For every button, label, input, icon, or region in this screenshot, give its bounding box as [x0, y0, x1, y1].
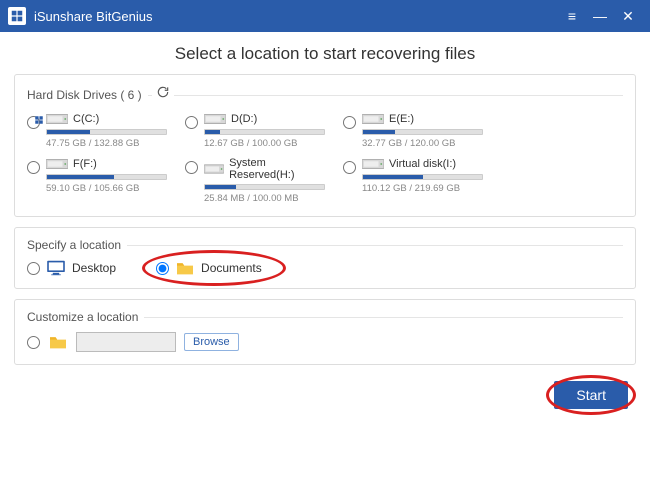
hard-drive-icon — [362, 157, 384, 171]
drive-size: 110.12 GB / 219.69 GB — [362, 183, 483, 194]
drive-size: 32.77 GB / 120.00 GB — [362, 138, 483, 149]
hard-drive-icon — [46, 157, 68, 171]
title-bar: iSunshare BitGenius ≡ — ✕ — [0, 0, 650, 32]
usage-bar — [46, 174, 167, 180]
drive-label: F(F:) — [73, 158, 97, 170]
monitor-icon — [46, 260, 66, 276]
custom-radio[interactable] — [27, 336, 40, 349]
drive-option[interactable]: C(C:) 47.75 GB / 132.88 GB — [27, 112, 167, 149]
app-logo-icon — [8, 7, 26, 25]
drive-option[interactable]: F(F:) 59.10 GB / 105.66 GB — [27, 157, 167, 204]
drive-radio[interactable] — [343, 161, 356, 174]
drive-label: C(C:) — [73, 113, 99, 125]
desktop-radio[interactable] — [27, 262, 40, 275]
documents-label: Documents — [201, 261, 262, 275]
desktop-option[interactable]: Desktop — [27, 260, 116, 276]
desktop-label: Desktop — [72, 261, 116, 275]
drive-size: 25.84 MB / 100.00 MB — [204, 193, 325, 204]
hard-drive-icon — [204, 162, 224, 176]
specify-section: Specify a location Desktop Documents — [14, 227, 636, 289]
hard-drive-icon — [362, 112, 384, 126]
documents-option[interactable]: Documents — [156, 260, 262, 276]
drive-label: E(E:) — [389, 113, 414, 125]
drive-radio[interactable] — [185, 116, 198, 129]
start-button[interactable]: Start — [554, 381, 628, 409]
drive-option[interactable]: D(D:) 12.67 GB / 100.00 GB — [185, 112, 325, 149]
close-button[interactable]: ✕ — [614, 8, 642, 25]
customize-section-title: Customize a location — [27, 310, 144, 324]
usage-bar — [204, 184, 325, 190]
usage-bar — [362, 129, 483, 135]
custom-path-input[interactable] — [76, 332, 176, 352]
documents-folder-icon — [175, 260, 195, 276]
drive-size: 59.10 GB / 105.66 GB — [46, 183, 167, 194]
drive-size: 47.75 GB / 132.88 GB — [46, 138, 167, 149]
refresh-icon[interactable] — [152, 85, 174, 104]
drive-radio[interactable] — [185, 161, 198, 174]
drive-label: Virtual disk(I:) — [389, 158, 456, 170]
usage-bar — [204, 129, 325, 135]
drive-label: D(D:) — [231, 113, 257, 125]
customize-section: Customize a location Browse — [14, 299, 636, 365]
custom-folder-icon — [48, 334, 68, 350]
documents-radio[interactable] — [156, 262, 169, 275]
drives-section-title: Hard Disk Drives ( 6 ) — [27, 88, 148, 102]
browse-button[interactable]: Browse — [184, 333, 239, 351]
drive-option[interactable]: System Reserved(H:) 25.84 MB / 100.00 MB — [185, 157, 325, 204]
drive-label: System Reserved(H:) — [229, 157, 325, 181]
page-heading: Select a location to start recovering fi… — [0, 32, 650, 74]
app-title: iSunshare BitGenius — [34, 9, 558, 24]
usage-bar — [46, 129, 167, 135]
specify-section-title: Specify a location — [27, 238, 127, 252]
hard-drive-icon — [46, 112, 68, 126]
menu-button[interactable]: ≡ — [558, 8, 586, 24]
minimize-button[interactable]: — — [586, 8, 614, 24]
drive-option[interactable]: E(E:) 32.77 GB / 120.00 GB — [343, 112, 483, 149]
drive-size: 12.67 GB / 100.00 GB — [204, 138, 325, 149]
hard-drive-icon — [204, 112, 226, 126]
drive-option[interactable]: Virtual disk(I:) 110.12 GB / 219.69 GB — [343, 157, 483, 204]
drives-section: Hard Disk Drives ( 6 ) C(C:) 47.75 GB / 1… — [14, 74, 636, 217]
usage-bar — [362, 174, 483, 180]
drive-radio[interactable] — [27, 161, 40, 174]
drive-radio[interactable] — [343, 116, 356, 129]
